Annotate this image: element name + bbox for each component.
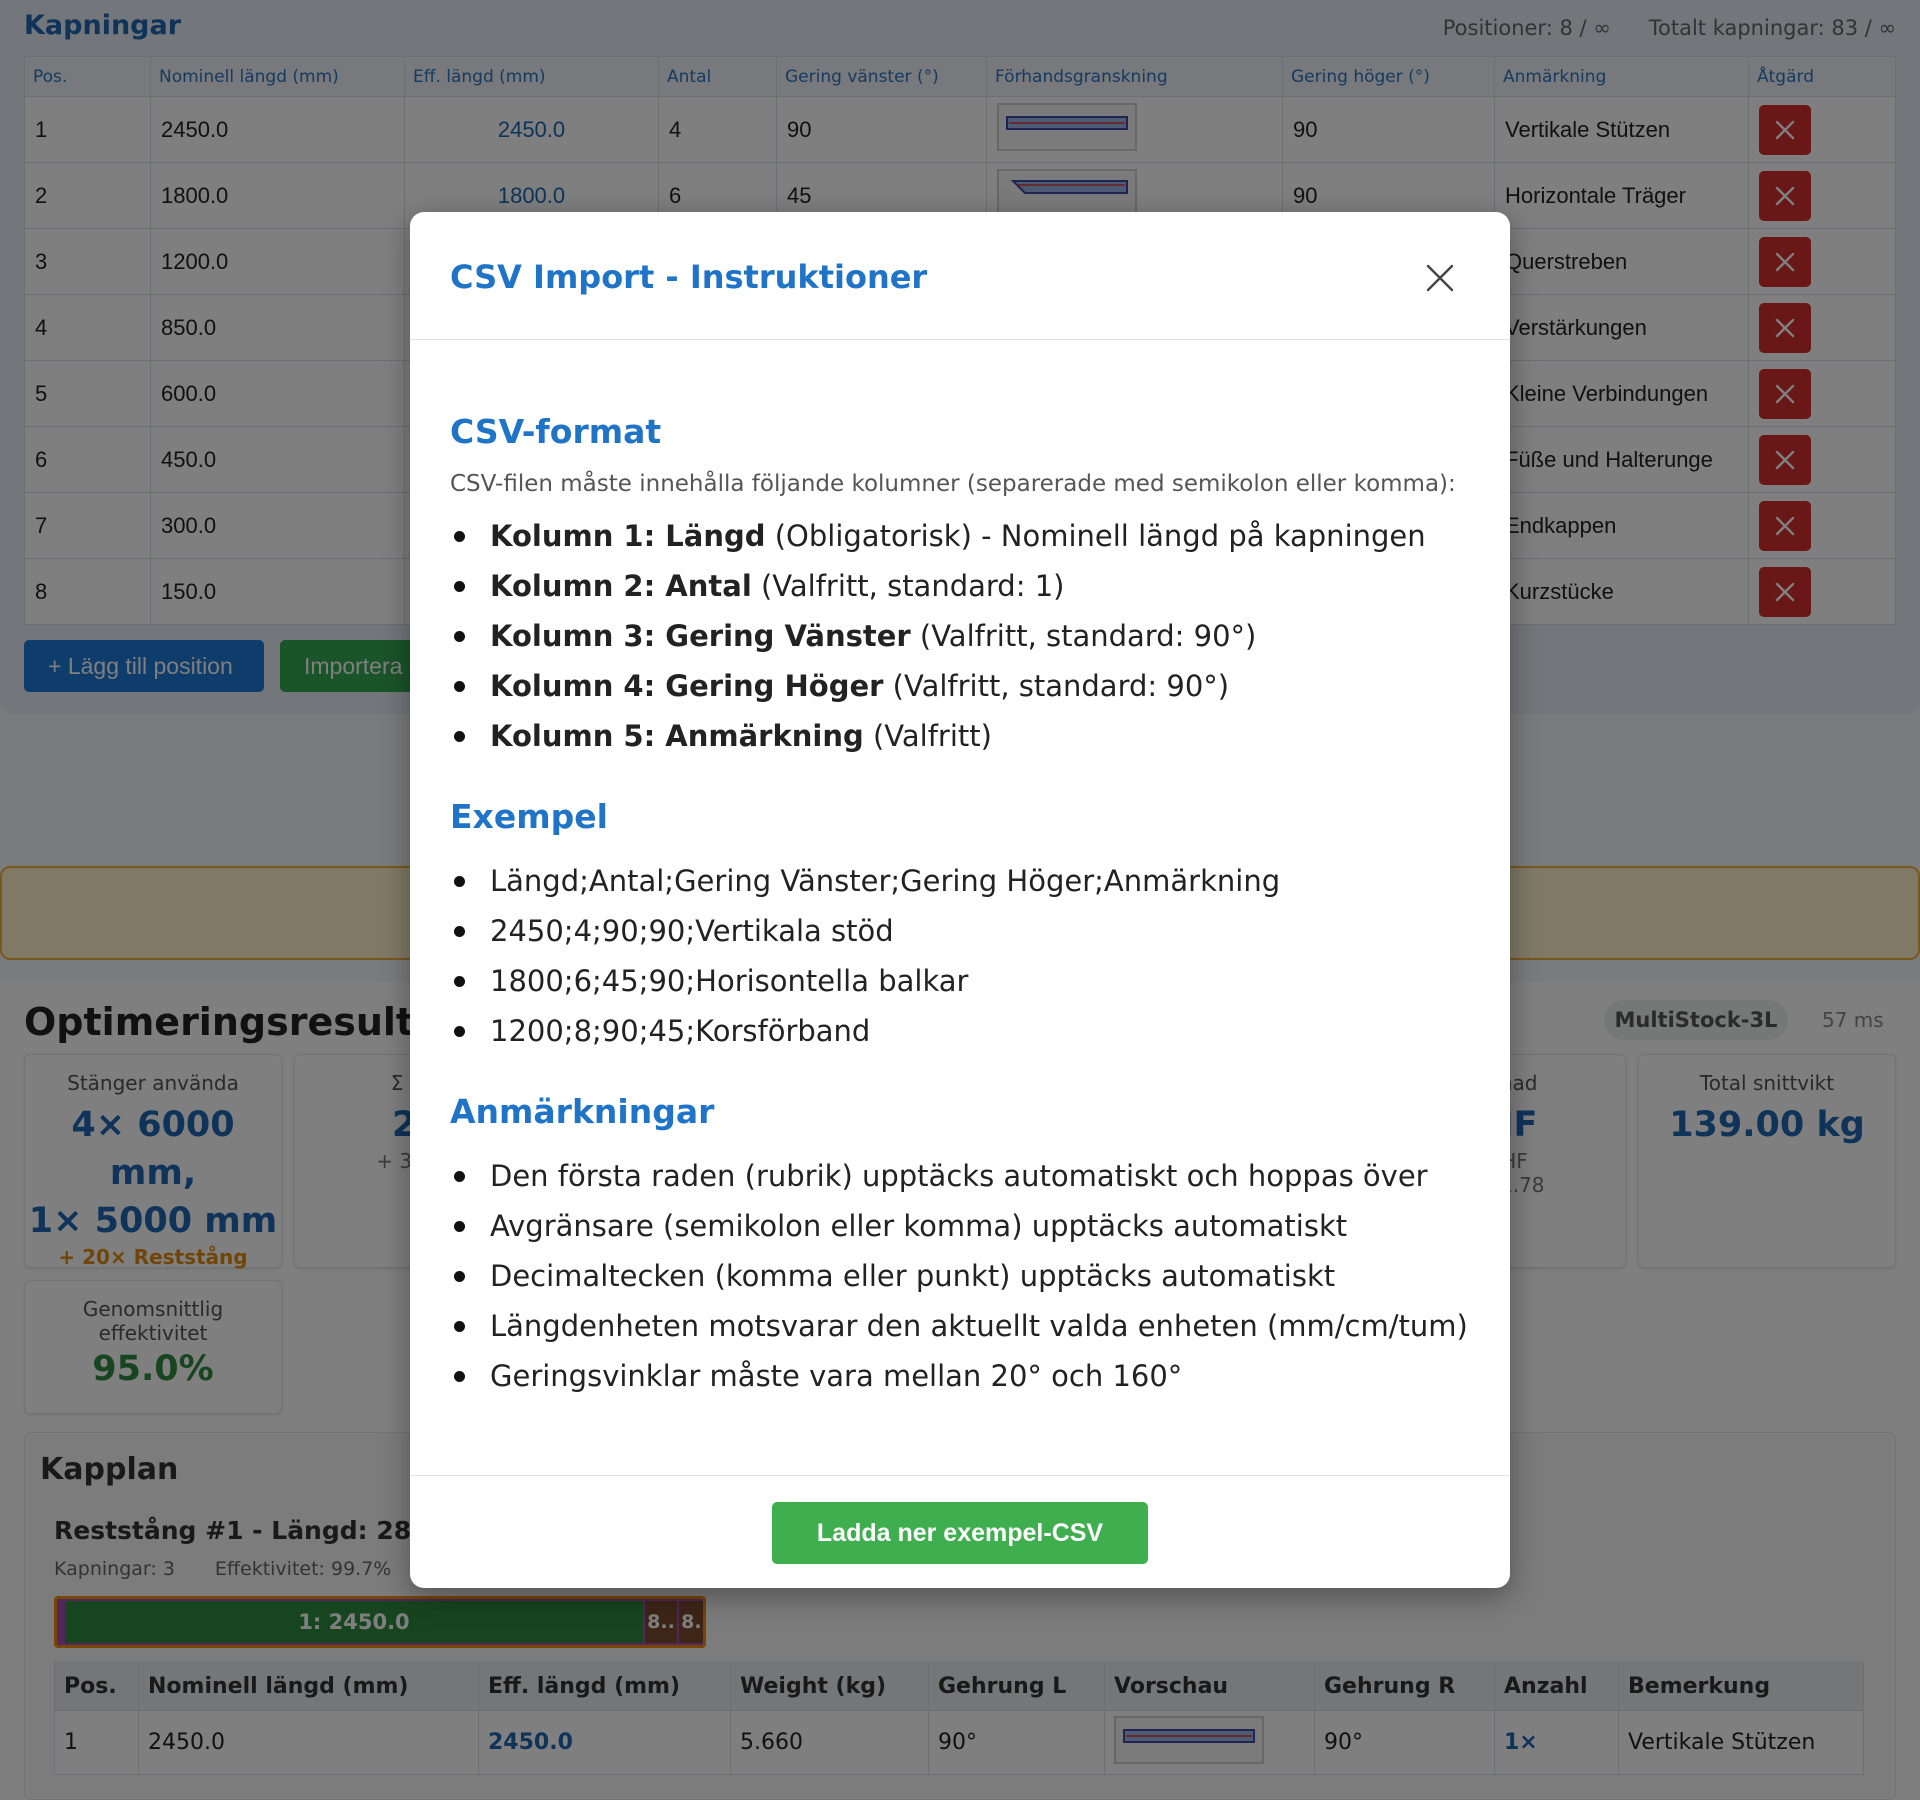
app-page: Kapningar Positioner: 8 / ∞ Totalt kapni…	[0, 0, 1920, 1800]
column-name: Kolumn 4: Gering Höger	[490, 669, 884, 703]
column-desc: (Valfritt, standard: 1)	[751, 569, 1065, 603]
column-name: Kolumn 3: Gering Vänster	[490, 619, 911, 653]
list-item: 1200;8;90;45;Korsförband	[450, 1006, 1470, 1056]
csv-import-modal: CSV Import - Instruktioner CSV-format CS…	[410, 212, 1510, 1588]
list-item: Kolumn 5: Anmärkning (Valfritt)	[450, 711, 1470, 761]
column-desc: (Obligatorisk) - Nominell längd på kapni…	[765, 519, 1426, 553]
list-item: Decimaltecken (komma eller punkt) upptäc…	[450, 1251, 1470, 1301]
list-item: Kolumn 3: Gering Vänster (Valfritt, stan…	[450, 611, 1470, 661]
modal-close-button[interactable]	[1420, 258, 1460, 298]
list-item: Geringsvinklar måste vara mellan 20° och…	[450, 1351, 1470, 1401]
column-desc: (Valfritt)	[863, 719, 992, 753]
column-name: Kolumn 5: Anmärkning	[490, 719, 864, 753]
list-item: 2450;4;90;90;Vertikala stöd	[450, 906, 1470, 956]
column-name: Kolumn 2: Antal	[490, 569, 752, 603]
list-item: Kolumn 2: Antal (Valfritt, standard: 1)	[450, 561, 1470, 611]
example-heading: Exempel	[450, 797, 608, 836]
format-lead: CSV-filen måste innehålla följande kolum…	[450, 471, 1456, 497]
example-list: Längd;Antal;Gering Vänster;Gering Höger;…	[450, 856, 1470, 1056]
column-list: Kolumn 1: Längd (Obligatorisk) - Nominel…	[450, 511, 1470, 761]
column-desc: (Valfritt, standard: 90°)	[883, 669, 1230, 703]
list-item: Längd;Antal;Gering Vänster;Gering Höger;…	[450, 856, 1470, 906]
list-item: Kolumn 1: Längd (Obligatorisk) - Nominel…	[450, 511, 1470, 561]
notes-list: Den första raden (rubrik) upptäcks autom…	[450, 1151, 1470, 1401]
list-item: 1800;6;45;90;Horisontella balkar	[450, 956, 1470, 1006]
download-example-csv-button[interactable]: Ladda ner exempel-CSV	[772, 1502, 1148, 1564]
format-heading: CSV-format	[450, 412, 662, 451]
modal-title: CSV Import - Instruktioner	[450, 258, 928, 296]
modal-body: CSV-format CSV-filen måste innehålla föl…	[450, 412, 1470, 1401]
close-icon	[1426, 264, 1454, 292]
list-item: Den första raden (rubrik) upptäcks autom…	[450, 1151, 1470, 1201]
notes-heading: Anmärkningar	[450, 1092, 715, 1131]
modal-footer: Ladda ner exempel-CSV	[410, 1475, 1510, 1588]
column-desc: (Valfritt, standard: 90°)	[910, 619, 1257, 653]
column-name: Kolumn 1: Längd	[490, 519, 766, 553]
list-item: Kolumn 4: Gering Höger (Valfritt, standa…	[450, 661, 1470, 711]
list-item: Avgränsare (semikolon eller komma) upptä…	[450, 1201, 1470, 1251]
list-item: Längdenheten motsvarar den aktuellt vald…	[450, 1301, 1470, 1351]
modal-header: CSV Import - Instruktioner	[410, 212, 1510, 340]
